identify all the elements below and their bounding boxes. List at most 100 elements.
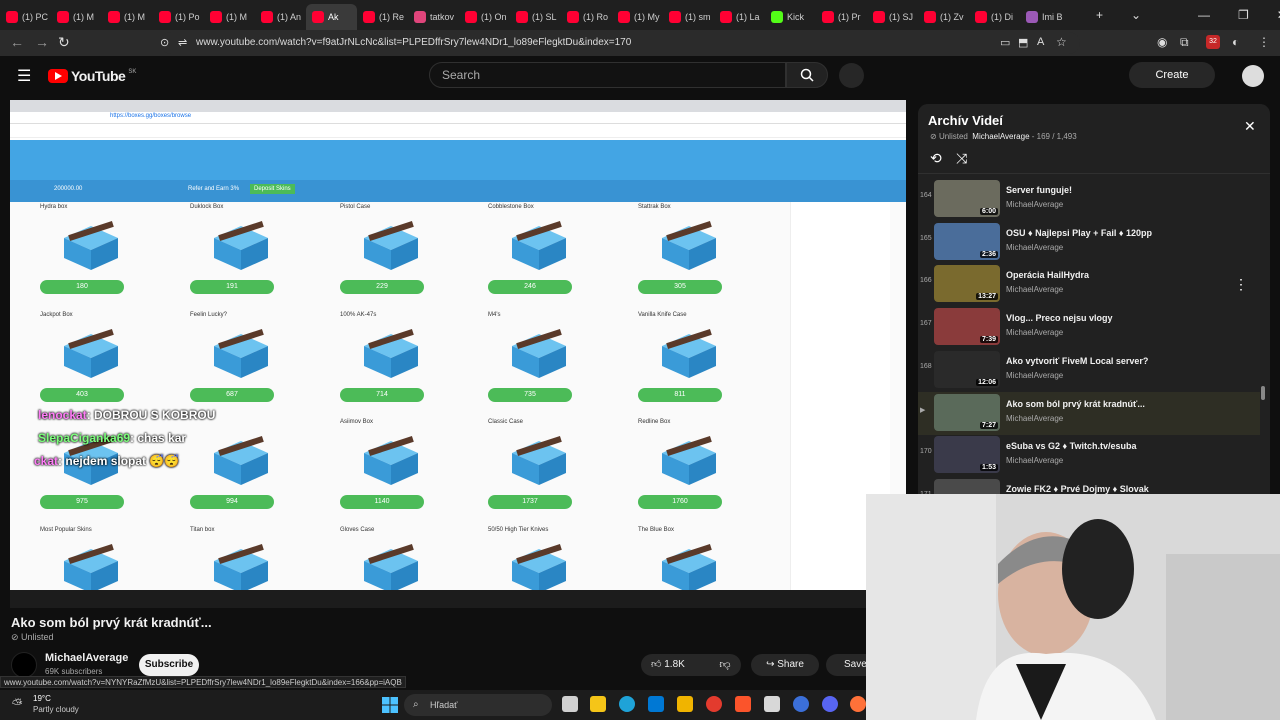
media-icon[interactable]: ◐ (1232, 35, 1239, 49)
windows-search[interactable]: ⌕ Hľadať (404, 694, 552, 716)
dislike-button[interactable]: 👎︎ (709, 654, 741, 676)
notepad-icon[interactable] (764, 696, 780, 712)
browser-tab[interactable]: Imi B (1020, 4, 1071, 30)
playlist-item-thumbnail[interactable]: 6:00 (934, 180, 1000, 217)
forward-icon[interactable]: → (35, 34, 49, 50)
like-button[interactable]: 👍︎ 1.8K (641, 654, 703, 676)
browser-tab[interactable]: (1) La (714, 4, 765, 30)
profile-icon[interactable]: ◉ (1157, 35, 1167, 49)
playlist-item-thumbnail[interactable]: 7:39 (934, 308, 1000, 346)
playlist-item-title[interactable]: Server funguje! (1006, 185, 1072, 195)
playlist-item[interactable]: ▶ 7:27 Ako som ból prvý krát kradnúť... Mic… (918, 391, 1260, 435)
cast-icon[interactable]: ▭ (1000, 36, 1010, 49)
search-button[interactable] (786, 62, 828, 88)
discord-icon[interactable] (822, 696, 838, 712)
browser-tab[interactable]: (1) Zv (918, 4, 969, 30)
store-icon[interactable] (648, 696, 664, 712)
playlist-scrollbar[interactable] (1261, 386, 1265, 400)
task-view-icon[interactable] (562, 696, 578, 712)
translate-icon[interactable]: A (1037, 36, 1044, 48)
playlist-item[interactable]: 165 2:36 OSU ♦ Najlepsi Play + Fail ♦ 120p… (918, 221, 1260, 264)
app-icon[interactable] (793, 696, 809, 712)
share-button[interactable]: ↪ Share (751, 654, 819, 676)
create-button[interactable]: Create (1129, 62, 1215, 88)
browser-tab[interactable]: (1) Re (357, 4, 408, 30)
playlist-item-title[interactable]: Ako som ból prvý krát kradnúť... (1006, 399, 1145, 409)
maximize-icon[interactable]: ❐ (1238, 8, 1249, 22)
minimize-icon[interactable]: — (1198, 8, 1210, 22)
browser-tab[interactable]: (1) Di (969, 4, 1020, 30)
extension-badge[interactable]: 32 (1206, 35, 1220, 49)
browser-tab[interactable]: tatkov (408, 4, 459, 30)
hamburger-menu-icon[interactable]: ☰ (17, 66, 31, 86)
browser-tab[interactable]: (1) SJ (867, 4, 918, 30)
playlist-item[interactable]: 166 13:27 Operácia HailHydra MichaelAverage (918, 263, 1260, 306)
firefox-icon[interactable] (850, 696, 866, 712)
playlist-owner[interactable]: MichaelAverage (972, 132, 1029, 141)
new-tab-icon[interactable]: + (1096, 8, 1103, 22)
install-icon[interactable]: ⬒ (1018, 36, 1028, 49)
browser-tab[interactable]: Ak (306, 4, 357, 30)
playlist-item-title[interactable]: eSuba vs G2 ♦ Twitch.tv/esuba (1006, 441, 1136, 451)
browser-tab[interactable]: (1) Pr (816, 4, 867, 30)
tune-icon[interactable]: ⇌ (178, 36, 187, 49)
playlist-item-thumbnail[interactable]: 12:06 (934, 350, 1000, 388)
playlist-item-thumbnail[interactable]: 13:27 (934, 265, 1000, 303)
playlist-item-thumbnail[interactable]: 7:27 (934, 393, 1000, 431)
tab-list-icon[interactable]: ⌄ (1131, 8, 1141, 22)
url-field[interactable]: www.youtube.com/watch?v=f9atJrNLcNc&list… (160, 32, 1080, 54)
playlist-item[interactable]: 171Zowie FK2 ♦ Prvé Dojmy ♦ SlovakMichae… (918, 477, 1260, 494)
browser-tab[interactable]: (1) M (204, 4, 255, 30)
playlist-item-title[interactable]: Vlog... Preco nejsu vlogy (1006, 313, 1113, 323)
subscribe-button[interactable]: Subscribe (139, 654, 199, 676)
file-explorer-icon[interactable] (590, 696, 606, 712)
bookmark-star-icon[interactable]: ☆ (1056, 35, 1067, 49)
browser-tab[interactable]: (1) SL (510, 4, 561, 30)
playlist-title[interactable]: Archív Videí (928, 113, 1003, 128)
youtube-logo[interactable]: YouTube SK (48, 68, 136, 84)
chrome-icon[interactable] (706, 696, 722, 712)
browser-tab[interactable]: (1) An (255, 4, 306, 30)
playlist-item[interactable]: 164 6:00 Server funguje! MichaelAverage (918, 178, 1260, 221)
playlist-item[interactable]: 168 12:06 Ako vytvoriť FiveM Local server?… (918, 349, 1260, 392)
channel-name[interactable]: MichaelAverage (45, 652, 128, 664)
playlist-item-thumbnail[interactable]: 2:36 (934, 222, 1000, 260)
playlist-item-thumbnail[interactable]: 1:53 (934, 436, 1000, 474)
browser-tab[interactable]: (1) sm (663, 4, 714, 30)
voice-search-button[interactable] (839, 63, 864, 88)
browser-tab[interactable]: (1) My (612, 4, 663, 30)
playlist-item-title[interactable]: Operácia HailHydra (1006, 270, 1089, 280)
playlist-item-title[interactable]: Ako vytvoriť FiveM Local server? (1006, 356, 1148, 366)
edge-icon[interactable] (619, 696, 635, 712)
playlist-item[interactable]: 167 7:39 Vlog... Preco nejsu vlogy MichaelA… (918, 306, 1260, 349)
site-info-icon[interactable]: ⊙ (160, 36, 169, 49)
weather-temperature[interactable]: 19°C (33, 694, 51, 703)
browser-tab[interactable]: Kick (765, 4, 816, 30)
channel-avatar[interactable] (11, 652, 37, 678)
loop-icon[interactable]: ⟲ (930, 150, 942, 167)
back-icon[interactable]: ← (10, 34, 24, 50)
browser-tab[interactable]: (1) On (459, 4, 510, 30)
browser-tab[interactable]: (1) PC (0, 4, 51, 30)
browser-tab[interactable]: (1) Po (153, 4, 204, 30)
playlist-item[interactable]: 170 1:53 eSuba vs G2 ♦ Twitch.tv/esuba Mich… (918, 434, 1260, 477)
playlist-item-thumbnail[interactable] (934, 478, 1000, 494)
browser-tab[interactable]: (1) Ro (561, 4, 612, 30)
folder-icon[interactable] (677, 696, 693, 712)
search-input[interactable]: Search (429, 62, 786, 88)
reload-icon[interactable]: ↻ (58, 34, 70, 51)
browser-tab[interactable]: (1) M (51, 4, 102, 30)
close-icon[interactable]: ✕ (1244, 118, 1256, 135)
start-button[interactable] (382, 697, 398, 713)
playlist-item-title[interactable]: OSU ♦ Najlepsi Play + Fail ♦ 120pp (1006, 228, 1152, 238)
menu-kebab-icon[interactable]: ⋮ (1258, 35, 1270, 49)
video-player[interactable]: https://boxes.gg/boxes/browse 200000.00 … (10, 100, 906, 608)
extensions-icon[interactable]: ⧉ (1180, 35, 1189, 50)
playlist-item-title[interactable]: Zowie FK2 ♦ Prvé Dojmy ♦ Slovak (1006, 484, 1149, 494)
shuffle-icon[interactable]: ⤨ (956, 150, 967, 167)
brave-icon[interactable] (735, 696, 751, 712)
weather-description[interactable]: Partly cloudy (33, 705, 79, 714)
user-avatar[interactable] (1242, 65, 1264, 87)
browser-tab[interactable]: (1) M (102, 4, 153, 30)
item-menu-icon[interactable]: ⋮ (1234, 276, 1248, 293)
